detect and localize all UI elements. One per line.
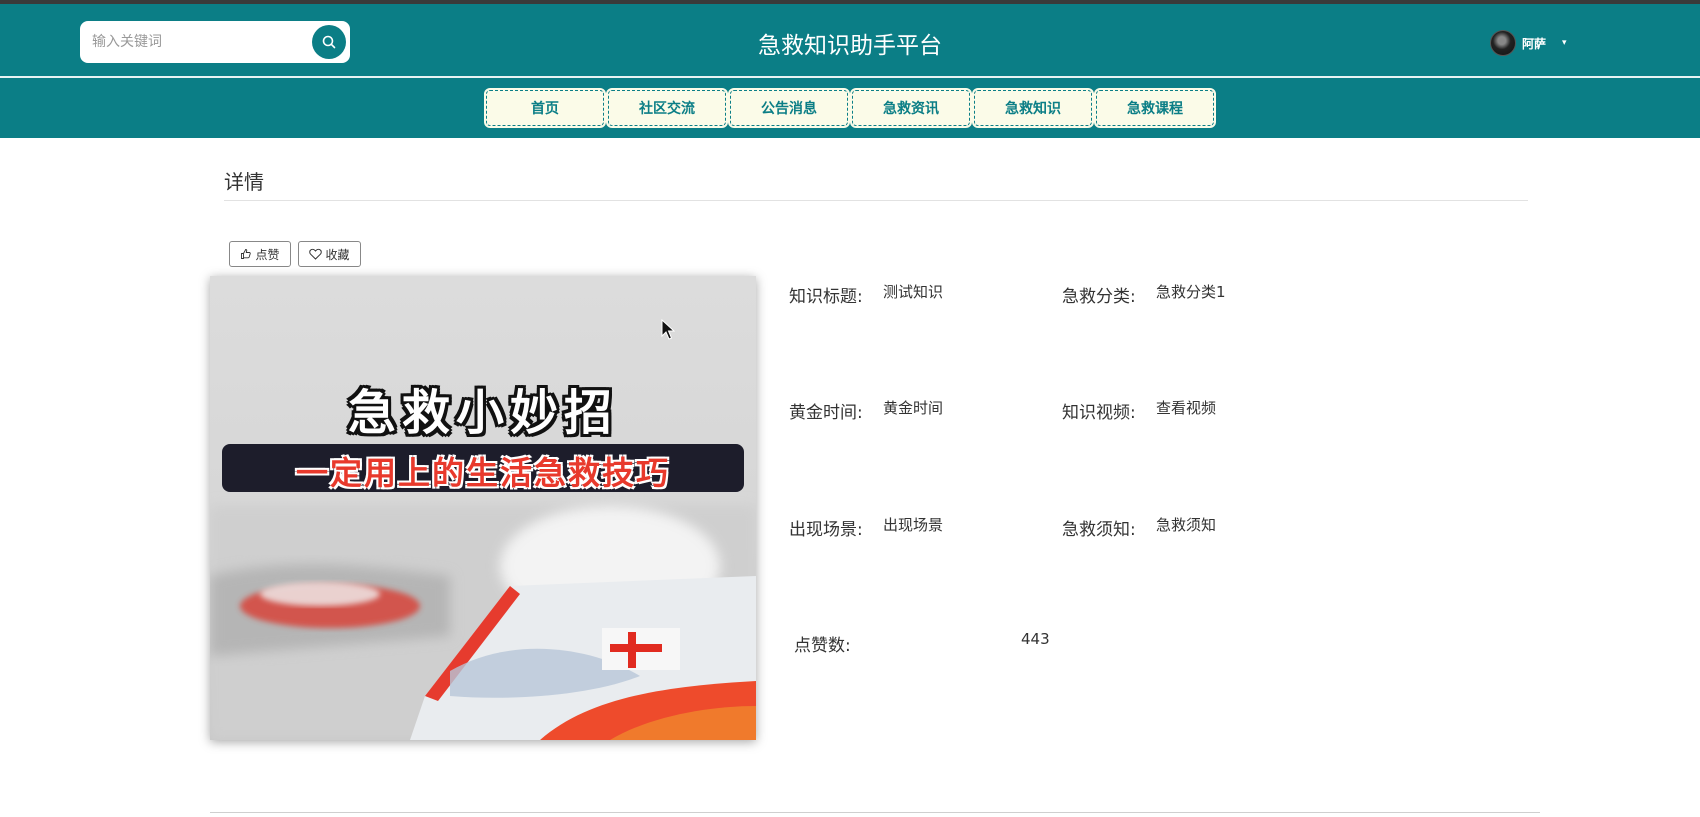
nav-item-courses[interactable]: 急救课程 xyxy=(1094,88,1216,128)
nav-item-knowledge[interactable]: 急救知识 xyxy=(972,88,1094,128)
knowledge-cover-image: 急救小妙招 一定用上的生活急救技巧 xyxy=(210,276,756,740)
golden-time-label: 黄金时间: xyxy=(789,403,863,423)
chevron-down-icon[interactable]: ▾ xyxy=(1562,38,1567,48)
scene-label: 出现场景: xyxy=(789,520,863,540)
view-video-link[interactable]: 查看视频 xyxy=(1156,397,1216,418)
likes-value: 443 xyxy=(1021,630,1050,648)
user-name[interactable]: 阿萨 xyxy=(1522,35,1546,52)
title-divider xyxy=(224,200,1528,201)
site-title: 急救知识助手平台 xyxy=(758,33,942,59)
category-label: 急救分类: xyxy=(1062,287,1136,307)
cover-headline: 急救小妙招 xyxy=(347,385,618,441)
user-menu[interactable]: 阿萨 ▾ xyxy=(1490,30,1567,56)
likes-label: 点赞数: xyxy=(794,636,851,656)
nav-item-news[interactable]: 急救资讯 xyxy=(850,88,972,128)
video-label: 知识视频: xyxy=(1062,403,1136,423)
heart-icon xyxy=(309,248,323,260)
favorite-label: 收藏 xyxy=(325,247,350,262)
nav-item-announcements[interactable]: 公告消息 xyxy=(728,88,850,128)
thumbs-up-icon xyxy=(241,249,252,259)
title-label: 知识标题: xyxy=(789,287,863,307)
nav-item-community[interactable]: 社区交流 xyxy=(606,88,728,128)
nav-item-home[interactable]: 首页 xyxy=(484,88,606,128)
avatar[interactable] xyxy=(1490,30,1516,56)
cover-text-layer xyxy=(222,444,744,492)
category-value: 急救分类1 xyxy=(1156,283,1226,301)
golden-time-value: 黄金时间 xyxy=(883,399,944,417)
nav-bar: 首页 社区交流 公告消息 急救资讯 急救知识 急救课程 xyxy=(0,78,1700,138)
bottom-divider xyxy=(210,812,1540,813)
mouse-cursor-icon xyxy=(661,319,675,340)
favorite-button[interactable]: 收藏 xyxy=(298,241,361,267)
nav-menu: 首页 社区交流 公告消息 急救资讯 急救知识 急救课程 xyxy=(0,88,1700,128)
notice-label: 急救须知: xyxy=(1062,520,1136,540)
like-button[interactable]: 点赞 xyxy=(229,241,291,267)
header-bar: 急救知识助手平台 阿萨 ▾ xyxy=(0,4,1700,76)
title-value: 测试知识 xyxy=(883,283,944,301)
notice-value: 急救须知 xyxy=(1156,516,1217,534)
like-label: 点赞 xyxy=(255,247,280,262)
cover-subheadline: 一定用上的生活急救技巧 xyxy=(295,454,670,492)
scene-value: 出现场景 xyxy=(883,516,944,534)
page-title: 详情 xyxy=(224,170,264,194)
